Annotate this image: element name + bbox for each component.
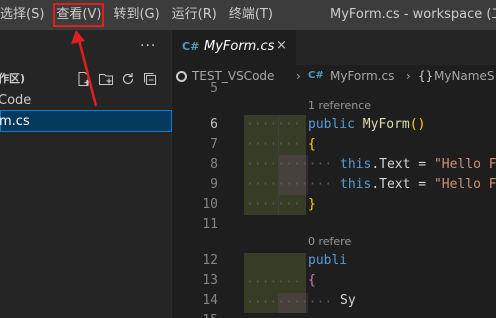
tab-label: MyForm.cs <box>204 39 275 54</box>
whitespace-dots: ··········· <box>246 177 333 192</box>
tree-item-label: Code <box>0 93 32 108</box>
line-number: 7 <box>210 137 218 152</box>
editor-tab-bar: C# MyForm.cs × <box>172 30 496 65</box>
menu-run[interactable]: 运行(R) <box>166 0 223 30</box>
menu-goto[interactable]: 转到(G) <box>107 0 165 30</box>
whitespace-dots: ······· <box>246 197 301 212</box>
whitespace-dots: ······· <box>246 117 301 132</box>
code-editor[interactable]: ······· ······· ··········· ··········· … <box>172 81 496 318</box>
explorer-sidebar: ··· 作区) Code m.cs <box>0 30 172 318</box>
line-number: 12 <box>202 253 218 268</box>
csharp-file-icon: C# <box>308 70 324 81</box>
code-line: } <box>308 197 316 212</box>
new-file-icon[interactable] <box>76 71 92 87</box>
codelens-references[interactable]: 0 refere <box>308 235 351 248</box>
line-number: 11 <box>202 217 218 232</box>
code-text: .Text = <box>371 157 434 172</box>
line-number: 10 <box>202 197 218 212</box>
line-number: 14 <box>202 293 218 308</box>
menu-selection[interactable]: 选择(S) <box>0 0 50 30</box>
code-line: Sy <box>340 293 356 308</box>
line-number: 5 <box>210 81 218 96</box>
workspace-header-label: 作区) <box>0 72 26 85</box>
line-number: 8 <box>210 157 218 172</box>
breadcrumb-separator: › <box>406 69 411 83</box>
window-title: MyForm.cs - workspace (工 <box>330 7 496 22</box>
code-line: this.Text = "Hello F <box>340 175 496 195</box>
breadcrumb: TEST_VSCode › C# MyForm.cs › {} MyNameS <box>172 65 496 87</box>
menu-view[interactable]: 查看(V) <box>50 0 107 30</box>
code-string: "Hello F <box>433 177 496 192</box>
code-parens: () <box>409 117 426 132</box>
code-line: { <box>308 273 316 288</box>
new-folder-icon[interactable] <box>98 71 114 87</box>
vscode-window: 选择(S) 查看(V) 转到(G) 运行(R) 终端(T) MyForm.cs … <box>0 0 496 318</box>
tree-item-label: m.cs <box>0 114 30 129</box>
namespace-icon: {} <box>418 69 434 83</box>
code-keyword: public <box>308 117 355 132</box>
whitespace-dots: ······· <box>246 137 301 152</box>
collapse-all-icon[interactable] <box>142 71 158 87</box>
tree-item-myform-cs[interactable]: m.cs <box>0 110 172 132</box>
breadcrumb-separator: › <box>296 69 301 83</box>
line-number: 6 <box>210 117 218 132</box>
codelens-references[interactable]: 1 reference <box>308 99 371 112</box>
more-actions-icon[interactable]: ··· <box>140 38 156 54</box>
line-number: 13 <box>202 273 218 288</box>
workspace-header[interactable]: 作区) <box>0 68 172 90</box>
code-text: .Text = <box>371 177 434 192</box>
refresh-icon[interactable] <box>120 71 136 87</box>
code-line: { <box>308 137 316 152</box>
whitespace-dots: ······· <box>246 275 301 290</box>
code-keyword: this <box>340 177 372 192</box>
tab-myform-cs[interactable]: C# MyForm.cs × <box>172 30 296 65</box>
breadcrumb-file[interactable]: MyForm.cs <box>330 69 394 83</box>
line-number: 9 <box>210 177 218 192</box>
close-icon[interactable]: × <box>276 38 287 53</box>
whitespace-dots: ··········· <box>246 157 333 172</box>
code-keyword: this <box>340 157 372 172</box>
csharp-file-icon: C# <box>182 40 200 53</box>
line-number: 15 <box>172 313 218 318</box>
indent-highlight <box>244 253 306 273</box>
code-line: public MyForm() <box>308 115 425 135</box>
menu-terminal[interactable]: 终端(T) <box>223 0 279 30</box>
code-string: "Hello F <box>433 157 496 172</box>
whitespace-dots: ··········· <box>246 295 333 310</box>
code-function: MyForm <box>362 117 410 132</box>
breadcrumb-namespace[interactable]: MyNameS <box>434 69 494 83</box>
tree-item-code[interactable]: Code <box>0 90 172 112</box>
explorer-actions <box>76 71 158 87</box>
code-line: publi <box>308 253 348 268</box>
code-line: this.Text = "Hello F <box>340 155 496 175</box>
